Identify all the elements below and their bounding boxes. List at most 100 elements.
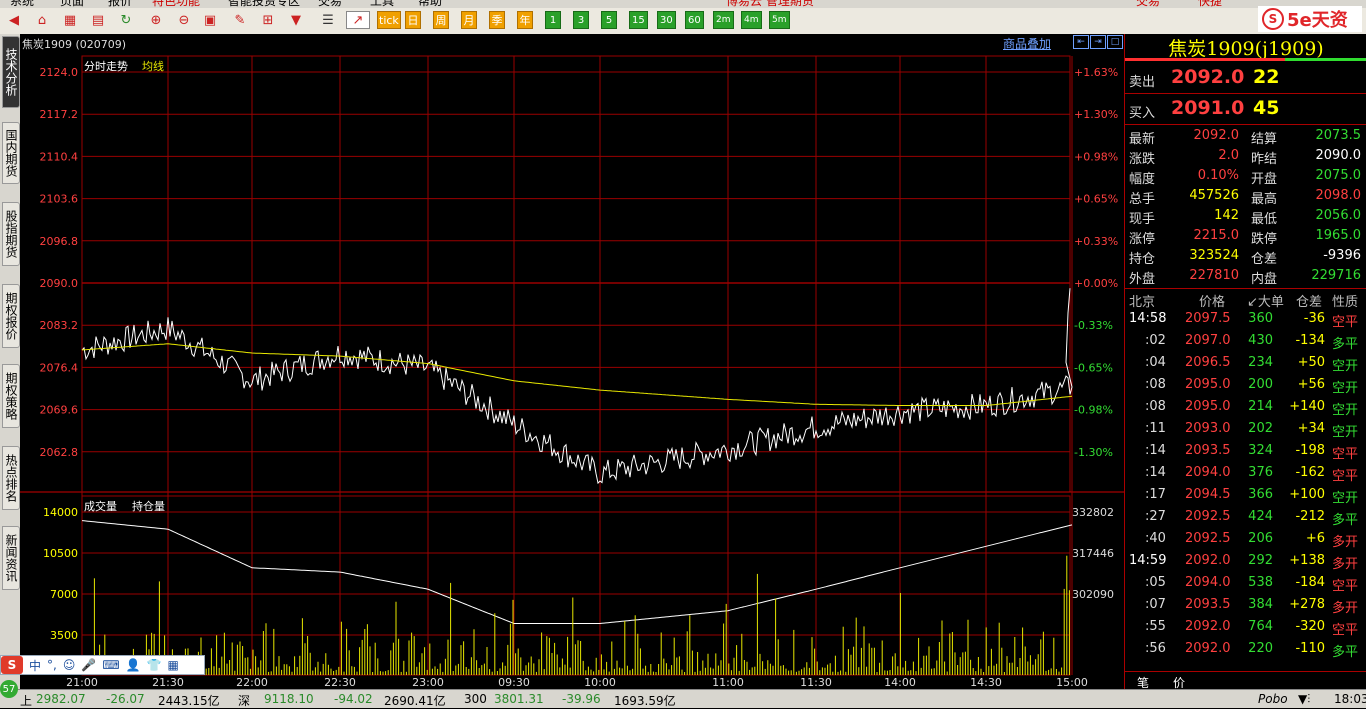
menu-help[interactable]: 帮助 [418,0,442,8]
period-30m[interactable]: 30 [657,11,676,29]
menu-quote[interactable]: 报价 [108,0,132,8]
stat-label: 最新 [1129,132,1156,147]
ime-skin-icon[interactable]: 👕 [147,658,162,672]
menu-tools[interactable]: 工具 [370,0,394,8]
table-icon[interactable]: ☰ [320,11,336,29]
home-icon[interactable]: ⌂ [34,11,50,29]
layout-icon[interactable]: ⊞ [260,11,276,29]
ime-punct[interactable]: °, [47,658,57,672]
expand-icon[interactable]: ⇥ [1090,35,1106,49]
sidetab-index-futures[interactable]: 股指期货 [2,202,20,266]
board-icon[interactable]: ▦ [62,11,78,29]
tick-button[interactable]: tick [377,11,401,29]
time-axis-label: 11:30 [800,676,832,689]
stat-label: 现手 [1129,212,1156,227]
tick-volume: 366 [1248,487,1273,502]
tick-oi-change: +138 [1289,553,1325,568]
ime-chinese[interactable]: 中 [29,657,41,674]
period-60m[interactable]: 60 [685,11,704,29]
price-axis-label: 2062.8 [40,446,79,459]
menu-system[interactable]: 系统 [10,0,34,8]
sogou-icon[interactable]: S [1,656,23,674]
price-axis-label: 2096.8 [40,235,79,248]
period-15m[interactable]: 15 [629,11,648,29]
sidetab-domestic-futures[interactable]: 国内期货 [2,122,20,184]
tick-type: 多平 [1332,645,1359,660]
ime-user-icon[interactable]: 👤 [126,658,141,672]
tick-time: 14:58 [1129,311,1167,326]
signal-icon: ▼⫶ [1298,692,1311,706]
shrink-icon[interactable]: ⇤ [1073,35,1089,49]
price-line [81,288,1073,485]
time-axis-label: 21:30 [152,676,184,689]
period-5m[interactable]: 5 [601,11,617,29]
intraday-chart[interactable]: 2124.0 +1.63% 2117.2 +1.30% 2110.4 +0.98% 2103… [20,34,1124,689]
period-season[interactable]: 季 [489,11,505,29]
sidetab-technical[interactable]: 技术分析 [2,36,20,108]
time-axis-label: 21:00 [66,676,98,689]
period-2h[interactable]: 2m [713,11,734,29]
period-day[interactable]: 日 [405,11,421,29]
stat-label: 持仓 [1129,252,1156,267]
status-sh-change: -26.07 [106,692,145,706]
tick-oi-change: +140 [1289,399,1325,414]
period-4h[interactable]: 4m [741,11,762,29]
menu-page[interactable]: 页面 [60,0,84,8]
window-icon[interactable]: ▣ [202,11,218,29]
ime-keyboard-icon[interactable]: ⌨ [102,658,119,672]
menu-trade[interactable]: 交易 [318,0,342,8]
period-month[interactable]: 月 [461,11,477,29]
contract-name: 焦炭1909(j1909) [1168,37,1324,60]
pct-axis-label: +0.65% [1074,193,1118,206]
tick-volume: 764 [1248,619,1273,634]
menu-shortcut-button[interactable]: 快捷 [1198,0,1222,8]
tick-time: :56 [1145,641,1166,656]
period-3m[interactable]: 3 [573,11,589,29]
chart-icon[interactable]: ▤ [90,11,106,29]
stat-label: 昨结 [1251,152,1278,167]
sidetab-hot-rank[interactable]: 热点排名 [2,446,20,510]
tick-oi-change: -320 [1295,619,1325,634]
trend-icon[interactable]: ↗ [346,11,370,29]
tick-time: :07 [1145,597,1166,612]
ime-tools-icon[interactable]: ▦ [168,658,179,672]
ime-voice-icon[interactable]: 🎤 [81,658,96,672]
tick-price: 2093.5 [1185,597,1231,612]
draw-icon[interactable]: ✎ [232,11,248,29]
ime-emoji-icon[interactable]: ☺ [63,658,76,672]
period-1m[interactable]: 1 [545,11,561,29]
sidetab-news[interactable]: 新闻资讯 [2,526,20,590]
menu-invest[interactable]: 智能投资专区 [228,0,300,8]
menu-bar: 系统 页面 报价 特色功能 智能投资专区 交易 工具 帮助 博易云 管理期货 交… [0,0,1366,8]
refresh-icon[interactable]: ↻ [118,11,134,29]
period-week[interactable]: 周 [433,11,449,29]
tick-time: :11 [1145,421,1166,436]
chart-area[interactable]: 2124.0 +1.63% 2117.2 +1.30% 2110.4 +0.98% 2103… [20,34,1124,689]
sidetab-option-strategy[interactable]: 期权策略 [2,364,20,428]
menu-trade-button[interactable]: 交易 [1136,0,1160,8]
stat-value: 142 [1214,208,1239,223]
tick-time: :55 [1145,619,1166,634]
stat-value: 2075.0 [1315,168,1362,183]
stat-value: 2056.0 [1315,208,1362,223]
period-year[interactable]: 年 [517,11,533,29]
add-commodity-link[interactable]: 商品叠加 [1003,35,1051,52]
tick-volume: 200 [1248,377,1273,392]
stat-label: 最高 [1251,192,1278,207]
tick-oi-change: +278 [1289,597,1325,612]
menu-special[interactable]: 特色功能 [152,0,200,8]
zoom-out-icon[interactable]: ⊖ [176,11,192,29]
buy-strength-bar [1125,58,1285,61]
vol-axis-label: 7000 [50,588,78,601]
sidetab-option-quote[interactable]: 期权报价 [2,284,20,348]
status-time: 18:03 [1334,692,1366,706]
filter-icon[interactable]: ▼ [288,11,304,29]
zoom-in-icon[interactable]: ⊕ [148,11,164,29]
tick-volume: 206 [1248,531,1273,546]
period-5h[interactable]: 5m [769,11,790,29]
pct-axis-label: +1.63% [1074,66,1118,79]
maximize-icon[interactable]: □ [1107,35,1123,49]
tick-type: 空平 [1332,469,1359,484]
menu-center-text[interactable]: 博易云 管理期货 [726,0,814,8]
back-icon[interactable]: ◀ [6,11,22,29]
